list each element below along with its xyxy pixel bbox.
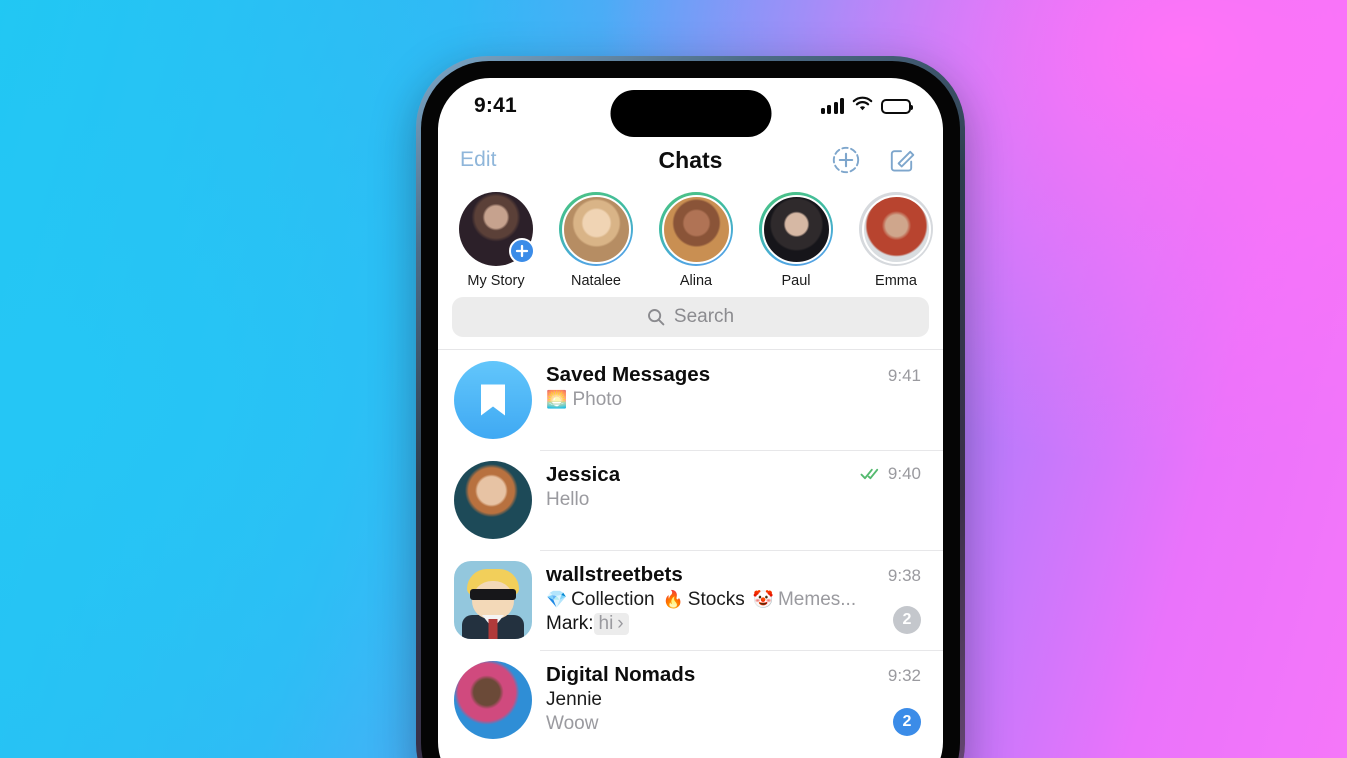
search-bar-container: Search — [438, 295, 943, 349]
chat-meta: 9:32 — [878, 666, 921, 686]
topic-label: Stocks — [687, 589, 745, 610]
phone-bezel: 9:41 Edit Chats My Story Natalee Alina P… — [421, 61, 960, 758]
status-bar-indicators — [820, 96, 913, 117]
story-ring — [559, 192, 633, 266]
photo-thumbnail-emoji: 🌅 — [546, 390, 568, 409]
fire-icon: 🔥 — [662, 590, 684, 609]
avatar — [861, 194, 931, 264]
story-label: Alina — [679, 273, 713, 289]
story-item-emma[interactable]: Emma — [852, 192, 940, 289]
chat-title: Jessica — [546, 463, 621, 486]
clown-icon: 🤡 — [752, 590, 774, 609]
battery-full-icon — [881, 98, 913, 114]
story-ring — [459, 192, 535, 266]
chat-meta: 9:41 — [878, 366, 921, 386]
avatar — [661, 194, 731, 264]
gem-icon: 💎 — [546, 590, 568, 609]
chat-timestamp: 9:38 — [887, 566, 921, 585]
message-sender: Jennie — [546, 689, 602, 710]
story-label: Emma — [875, 273, 917, 289]
chat-list-item-jessica[interactable]: Jessica 9:40 Hello — [438, 450, 943, 550]
add-story-plus-badge-icon[interactable] — [509, 238, 535, 264]
story-label: My Story — [467, 273, 525, 289]
story-item-my-story[interactable]: My Story — [452, 192, 540, 289]
chat-timestamp: 9:40 — [887, 464, 921, 483]
topic-label: Memes... — [777, 589, 857, 610]
story-label: Natalee — [571, 273, 621, 289]
chat-topics: 💎 Collection 🔥 Stocks 🤡 Memes... — [546, 589, 921, 611]
topic-collection[interactable]: 💎 Collection — [546, 589, 655, 611]
avatar — [561, 194, 631, 264]
search-placeholder: Search — [673, 306, 735, 327]
message-sender: Mark: — [546, 613, 594, 634]
chat-list-item-saved-messages[interactable]: Saved Messages 9:41 🌅 Photo — [438, 350, 943, 450]
chat-preview-text: Photo — [572, 389, 623, 410]
avatar — [454, 461, 532, 539]
status-bar: 9:41 — [438, 78, 943, 137]
cellular-signal-icon — [820, 98, 844, 114]
reply-preview-chip[interactable]: hi › — [593, 613, 629, 635]
chat-content: Digital Nomads 9:32 Jennie Woow — [546, 661, 921, 735]
stories-row[interactable]: My Story Natalee Alina Paul Emma — [438, 186, 943, 295]
compose-pencil-square-icon[interactable] — [887, 145, 917, 175]
wallstreetbets-cartoon-icon — [454, 561, 532, 639]
avatar — [454, 661, 532, 739]
nav-actions — [831, 145, 917, 175]
avatar — [761, 194, 831, 264]
add-story-circle-plus-icon[interactable] — [831, 145, 861, 175]
story-item-paul[interactable]: Paul — [752, 192, 840, 289]
chat-list[interactable]: Saved Messages 9:41 🌅 Photo Jessica 9:40… — [438, 349, 943, 750]
saved-messages-bookmark-icon — [454, 361, 532, 439]
chat-title: wallstreetbets — [546, 563, 683, 586]
wallpaper-background: 9:41 Edit Chats My Story Natalee Alina P… — [0, 0, 1347, 758]
chat-preview: 🌅 Photo — [546, 389, 921, 411]
unread-badge-wrapper: 2 — [893, 708, 921, 736]
chat-last-message: Mark: hi › — [546, 613, 921, 635]
search-input[interactable]: Search — [452, 297, 929, 337]
search-magnifier-icon — [647, 308, 665, 326]
reply-text: hi — [598, 613, 614, 634]
chat-list-item-wallstreetbets[interactable]: wallstreetbets 9:38 💎 Collection 🔥 Stock… — [438, 550, 943, 650]
edit-button[interactable]: Edit — [460, 148, 497, 172]
story-label: Paul — [781, 273, 811, 289]
chat-content: wallstreetbets 9:38 💎 Collection 🔥 Stock… — [546, 561, 921, 635]
chat-list-item-digital-nomads[interactable]: Digital Nomads 9:32 Jennie Woow 2 — [438, 650, 943, 750]
story-ring — [759, 192, 833, 266]
chevron-right-icon: › — [617, 613, 624, 634]
chat-preview-text: Hello — [546, 489, 590, 510]
chat-title: Digital Nomads — [546, 663, 696, 686]
chat-content: Saved Messages 9:41 🌅 Photo — [546, 361, 921, 411]
dynamic-island — [610, 90, 771, 137]
story-ring — [859, 192, 933, 266]
chat-meta: 9:38 — [878, 566, 921, 586]
unread-badge: 2 — [893, 606, 921, 634]
story-item-natalee[interactable]: Natalee — [552, 192, 640, 289]
phone-screen: 9:41 Edit Chats My Story Natalee Alina P… — [438, 78, 943, 758]
navigation-bar: Edit Chats — [438, 134, 943, 186]
unread-badge: 2 — [893, 708, 921, 736]
page-title: Chats — [658, 146, 723, 173]
read-receipt-double-check-icon — [860, 467, 882, 481]
chat-timestamp: 9:41 — [887, 366, 921, 385]
topic-memes[interactable]: 🤡 Memes... — [753, 589, 856, 611]
unread-badge-wrapper: 2 — [893, 606, 921, 634]
chat-preview-text: Woow — [546, 713, 599, 734]
chat-timestamp: 9:32 — [887, 666, 921, 685]
phone-device-frame: 9:41 Edit Chats My Story Natalee Alina P… — [416, 56, 965, 758]
avatar — [454, 561, 532, 639]
topic-label: Collection — [571, 589, 655, 610]
topic-stocks[interactable]: 🔥 Stocks — [663, 589, 745, 611]
chat-meta: 9:40 — [850, 464, 921, 484]
chat-content: Jessica 9:40 Hello — [546, 461, 921, 511]
chat-title: Saved Messages — [546, 363, 711, 386]
status-bar-time: 9:41 — [474, 94, 517, 117]
story-item-alina[interactable]: Alina — [652, 192, 740, 289]
wifi-icon — [852, 96, 873, 117]
story-ring — [659, 192, 733, 266]
